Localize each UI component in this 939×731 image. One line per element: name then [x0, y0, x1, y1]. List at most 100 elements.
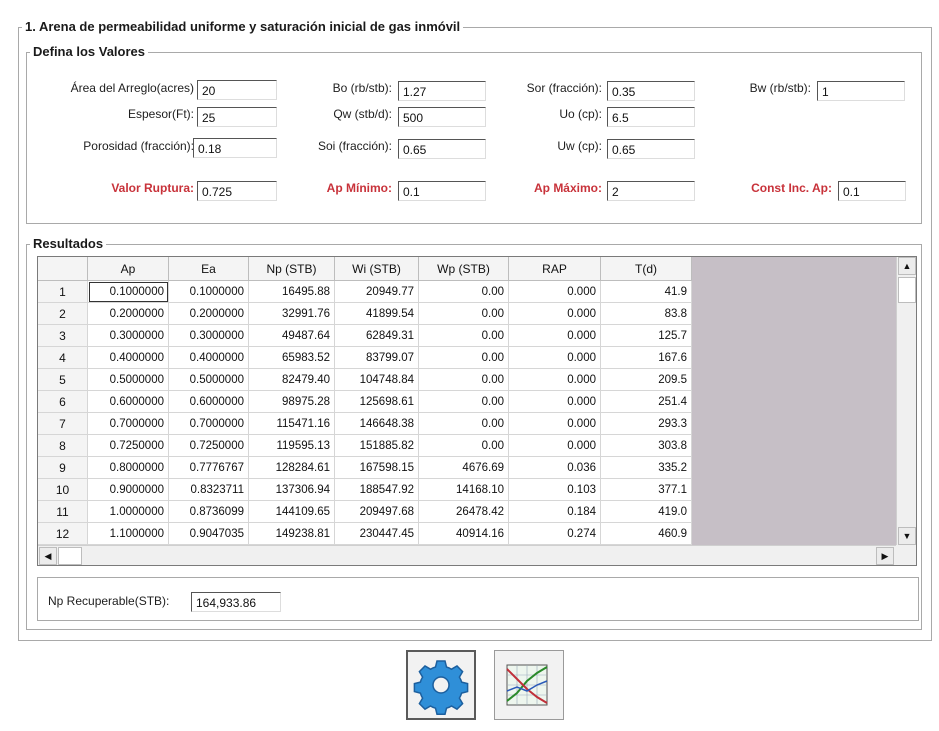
cell-ea[interactable]: 0.7776767	[169, 457, 249, 479]
ap-maximo-input[interactable]: 2	[607, 181, 695, 201]
cell-np[interactable]: 16495.88	[249, 281, 335, 303]
table-row[interactable]: 11 1.0000000 0.8736099 144109.65 209497.68 26…	[38, 501, 692, 523]
cell-ea[interactable]: 0.1000000	[169, 281, 249, 303]
table-row[interactable]: 2 0.2000000 0.2000000 32991.76 41899.54 0.00 0…	[38, 303, 692, 325]
cell-wp[interactable]: 0.00	[419, 347, 509, 369]
cell-ea[interactable]: 0.7250000	[169, 435, 249, 457]
cell-np[interactable]: 128284.61	[249, 457, 335, 479]
row-number[interactable]: 3	[38, 325, 88, 347]
cell-rap[interactable]: 0.274	[509, 523, 601, 545]
cell-ea[interactable]: 0.6000000	[169, 391, 249, 413]
scroll-thumb-horizontal[interactable]	[58, 547, 82, 565]
cell-wp[interactable]: 40914.16	[419, 523, 509, 545]
bw-input[interactable]: 1	[817, 81, 905, 101]
cell-td[interactable]: 167.6	[601, 347, 692, 369]
cell-rap[interactable]: 0.000	[509, 369, 601, 391]
bo-input[interactable]: 1.27	[398, 81, 486, 101]
cell-np[interactable]: 137306.94	[249, 479, 335, 501]
cell-td[interactable]: 125.7	[601, 325, 692, 347]
row-number[interactable]: 8	[38, 435, 88, 457]
table-row[interactable]: 1 0.1000000 0.1000000 16495.88 20949.77 0.00 0…	[38, 281, 692, 303]
column-header-rap[interactable]: RAP	[509, 257, 601, 281]
row-number[interactable]: 12	[38, 523, 88, 545]
column-header-wi[interactable]: Wi (STB)	[335, 257, 419, 281]
cell-ap[interactable]: 0.2000000	[88, 303, 169, 325]
chart-button[interactable]	[494, 650, 564, 720]
cell-wp[interactable]: 0.00	[419, 369, 509, 391]
cell-rap[interactable]: 0.000	[509, 347, 601, 369]
row-number[interactable]: 10	[38, 479, 88, 501]
row-number[interactable]: 5	[38, 369, 88, 391]
table-row[interactable]: 9 0.8000000 0.7776767 128284.61 167598.15 467…	[38, 457, 692, 479]
cell-wi[interactable]: 83799.07	[335, 347, 419, 369]
cell-td[interactable]: 377.1	[601, 479, 692, 501]
cell-wi[interactable]: 151885.82	[335, 435, 419, 457]
cell-np[interactable]: 149238.81	[249, 523, 335, 545]
np-recuperable-value[interactable]: 164,933.86	[191, 592, 281, 612]
cell-ap[interactable]: 1.1000000	[88, 523, 169, 545]
cell-td[interactable]: 419.0	[601, 501, 692, 523]
cell-wp[interactable]: 0.00	[419, 391, 509, 413]
cell-wp[interactable]: 4676.69	[419, 457, 509, 479]
row-number[interactable]: 7	[38, 413, 88, 435]
column-header-td[interactable]: T(d)	[601, 257, 692, 281]
row-number[interactable]: 4	[38, 347, 88, 369]
column-header-ea[interactable]: Ea	[169, 257, 249, 281]
cell-wp[interactable]: 26478.42	[419, 501, 509, 523]
table-row[interactable]: 10 0.9000000 0.8323711 137306.94 188547.92 14…	[38, 479, 692, 501]
cell-td[interactable]: 303.8	[601, 435, 692, 457]
row-number[interactable]: 6	[38, 391, 88, 413]
uo-input[interactable]: 6.5	[607, 107, 695, 127]
cell-np[interactable]: 49487.64	[249, 325, 335, 347]
row-number[interactable]: 2	[38, 303, 88, 325]
cell-ap[interactable]: 1.0000000	[88, 501, 169, 523]
cell-td[interactable]: 335.2	[601, 457, 692, 479]
qw-input[interactable]: 500	[398, 107, 486, 127]
cell-td[interactable]: 251.4	[601, 391, 692, 413]
scroll-up-arrow-icon[interactable]: ▲	[898, 257, 916, 275]
cell-wi[interactable]: 167598.15	[335, 457, 419, 479]
cell-ap[interactable]: 0.3000000	[88, 325, 169, 347]
table-row[interactable]: 8 0.7250000 0.7250000 119595.13 151885.82 0.0…	[38, 435, 692, 457]
porosidad-input[interactable]: 0.18	[193, 138, 277, 158]
cell-td[interactable]: 460.9	[601, 523, 692, 545]
cell-wi[interactable]: 188547.92	[335, 479, 419, 501]
cell-wp[interactable]: 0.00	[419, 413, 509, 435]
cell-td[interactable]: 293.3	[601, 413, 692, 435]
table-row[interactable]: 4 0.4000000 0.4000000 65983.52 83799.07 0.00 0…	[38, 347, 692, 369]
cell-ap[interactable]: 0.5000000	[88, 369, 169, 391]
soi-input[interactable]: 0.65	[398, 139, 486, 159]
vertical-scrollbar[interactable]: ▲ ▼	[896, 257, 916, 545]
cell-ap[interactable]: 0.7250000	[88, 435, 169, 457]
table-row[interactable]: 12 1.1000000 0.9047035 149238.81 230447.45 40…	[38, 523, 692, 545]
cell-rap[interactable]: 0.036	[509, 457, 601, 479]
cell-td[interactable]: 41.9	[601, 281, 692, 303]
const-inc-ap-input[interactable]: 0.1	[838, 181, 906, 201]
cell-wp[interactable]: 14168.10	[419, 479, 509, 501]
horizontal-scrollbar[interactable]: ◀ ▶	[38, 545, 896, 565]
cell-wp[interactable]: 0.00	[419, 325, 509, 347]
cell-np[interactable]: 82479.40	[249, 369, 335, 391]
cell-wi[interactable]: 146648.38	[335, 413, 419, 435]
cell-wi[interactable]: 62849.31	[335, 325, 419, 347]
cell-ea[interactable]: 0.3000000	[169, 325, 249, 347]
cell-ap[interactable]: 0.7000000	[88, 413, 169, 435]
cell-ap[interactable]: 0.4000000	[88, 347, 169, 369]
cell-wp[interactable]: 0.00	[419, 435, 509, 457]
cell-wi[interactable]: 230447.45	[335, 523, 419, 545]
cell-rap[interactable]: 0.000	[509, 391, 601, 413]
cell-rap[interactable]: 0.000	[509, 325, 601, 347]
cell-ea[interactable]: 0.9047035	[169, 523, 249, 545]
valor-ruptura-input[interactable]: 0.725	[197, 181, 277, 201]
table-row[interactable]: 6 0.6000000 0.6000000 98975.28 125698.61 0.00…	[38, 391, 692, 413]
cell-ap[interactable]: 0.6000000	[88, 391, 169, 413]
row-number[interactable]: 9	[38, 457, 88, 479]
results-grid[interactable]: Ap Ea Np (STB) Wi (STB) Wp (STB) RAP T(d…	[37, 256, 917, 566]
cell-wi[interactable]: 41899.54	[335, 303, 419, 325]
sor-input[interactable]: 0.35	[607, 81, 695, 101]
cell-wp[interactable]: 0.00	[419, 281, 509, 303]
table-row[interactable]: 5 0.5000000 0.5000000 82479.40 104748.84 0.00…	[38, 369, 692, 391]
cell-rap[interactable]: 0.000	[509, 413, 601, 435]
cell-wp[interactable]: 0.00	[419, 303, 509, 325]
cell-wi[interactable]: 209497.68	[335, 501, 419, 523]
